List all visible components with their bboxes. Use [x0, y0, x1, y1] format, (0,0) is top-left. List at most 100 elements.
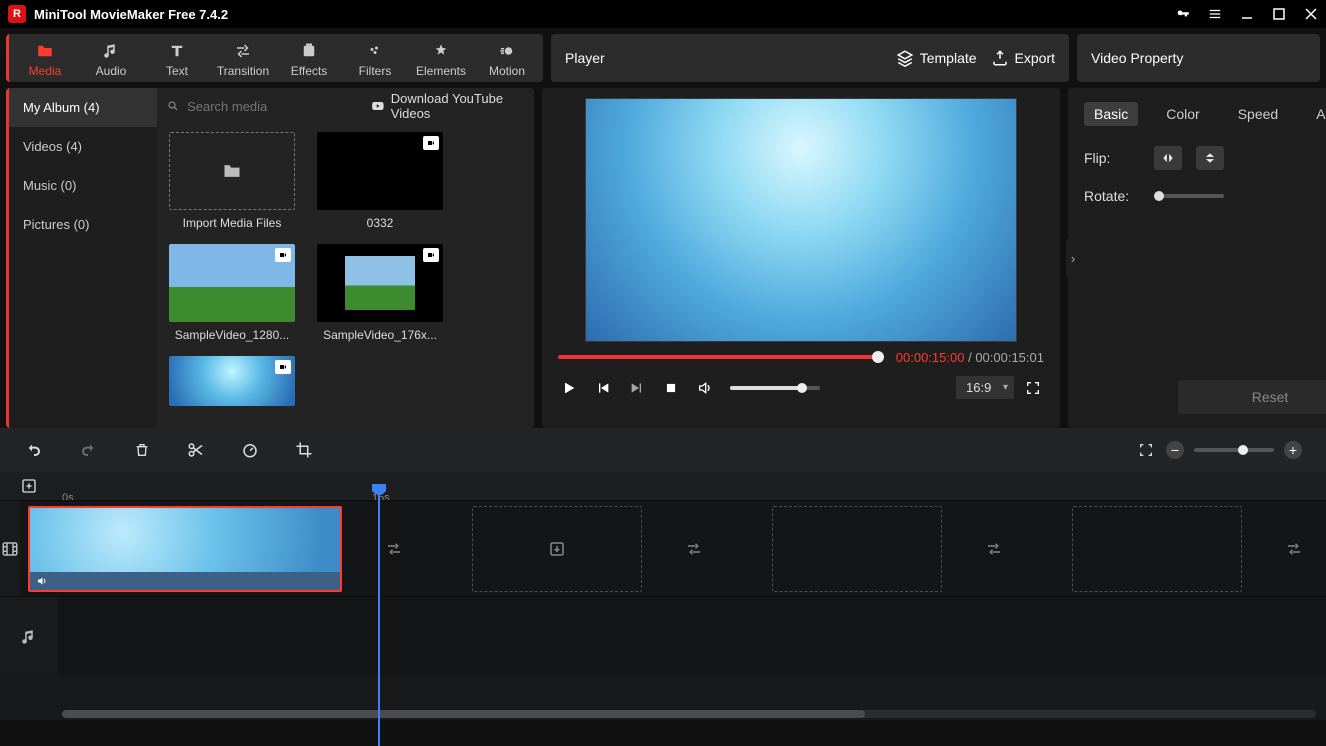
music-note-icon [20, 628, 38, 646]
app-title: MiniTool MovieMaker Free 7.4.2 [34, 7, 1176, 22]
audio-track-head[interactable] [0, 597, 58, 676]
tab-effects[interactable]: Effects [277, 40, 341, 80]
film-icon [0, 540, 20, 558]
export-icon [991, 49, 1009, 67]
media-panel: My Album (4) Videos (4) Music (0) Pictur… [6, 88, 534, 428]
youtube-icon [371, 99, 385, 113]
menu-icon[interactable] [1208, 7, 1222, 21]
music-note-icon [101, 42, 121, 60]
license-key-icon[interactable] [1176, 7, 1190, 21]
delete-button[interactable] [132, 440, 152, 460]
prev-button[interactable] [594, 379, 612, 397]
tab-label: Elements [416, 64, 466, 78]
media-item[interactable] [167, 356, 297, 406]
volume-icon[interactable] [696, 379, 714, 397]
title-bar: R MiniTool MovieMaker Free 7.4.2 [0, 0, 1326, 28]
video-track-head[interactable] [0, 501, 20, 596]
drop-slot[interactable] [1072, 506, 1242, 592]
playhead[interactable] [378, 486, 380, 746]
minimize-button[interactable] [1240, 7, 1254, 21]
transition-slot[interactable] [1276, 506, 1312, 592]
property-panel: › Basic Color Speed Audio Flip: Rotate: … [1068, 88, 1326, 428]
flip-horizontal-button[interactable] [1154, 146, 1182, 170]
play-button[interactable] [560, 379, 578, 397]
panel-expand-handle[interactable]: › [1066, 238, 1080, 278]
fit-zoom-button[interactable] [1136, 440, 1156, 460]
tab-audio[interactable]: Audio [79, 40, 143, 80]
tab-transition[interactable]: Transition [211, 40, 275, 80]
transition-icon [985, 540, 1003, 558]
prop-tab-audio[interactable]: Audio [1306, 102, 1326, 126]
add-track-button[interactable] [21, 478, 37, 494]
tab-motion[interactable]: Motion [475, 40, 539, 80]
prop-tab-basic[interactable]: Basic [1084, 102, 1138, 126]
flip-vertical-button[interactable] [1196, 146, 1224, 170]
timeline-panel: − + 0s 15s [0, 428, 1326, 720]
zoom-out-button[interactable]: − [1166, 441, 1184, 459]
split-button[interactable] [186, 440, 206, 460]
video-clip[interactable] [28, 506, 342, 592]
tab-label: Motion [489, 64, 525, 78]
transition-slot[interactable] [676, 506, 712, 592]
zoom-slider[interactable] [1194, 448, 1274, 452]
close-button[interactable] [1304, 7, 1318, 21]
media-grid: Import Media Files 0332 SampleVideo_1280… [157, 124, 534, 428]
media-item[interactable]: SampleVideo_176x... [315, 244, 445, 342]
download-youtube-button[interactable]: Download YouTube Videos [371, 91, 524, 121]
template-button[interactable]: Template [896, 49, 977, 67]
reset-button[interactable]: Reset [1178, 380, 1326, 414]
prop-tab-speed[interactable]: Speed [1228, 102, 1288, 126]
download-icon [548, 540, 566, 558]
media-item[interactable]: SampleVideo_1280... [167, 244, 297, 342]
tab-filters[interactable]: Filters [343, 40, 407, 80]
redo-button[interactable] [78, 440, 98, 460]
seek-bar[interactable]: 00:00:15:00 / 00:00:15:01 [558, 350, 1044, 364]
maximize-button[interactable] [1272, 7, 1286, 21]
drop-slot[interactable] [772, 506, 942, 592]
sidebar-item-myalbum[interactable]: My Album (4) [9, 88, 157, 127]
zoom-in-button[interactable]: + [1284, 441, 1302, 459]
sidebar-item-music[interactable]: Music (0) [9, 166, 157, 205]
volume-slider[interactable] [730, 386, 820, 390]
video-icon [278, 363, 288, 371]
timeline-toolbar: − + [0, 428, 1326, 472]
audio-track [0, 596, 1326, 676]
crop-button[interactable] [294, 440, 314, 460]
transition-slot[interactable] [976, 506, 1012, 592]
filters-icon [365, 42, 385, 60]
import-media-button[interactable]: Import Media Files [167, 132, 297, 230]
video-icon [278, 251, 288, 259]
export-button[interactable]: Export [991, 49, 1055, 67]
tab-label: Transition [217, 64, 269, 78]
app-logo: R [8, 5, 26, 23]
tab-text[interactable]: Text [145, 40, 209, 80]
media-sidebar: My Album (4) Videos (4) Music (0) Pictur… [9, 88, 157, 428]
time-display: 00:00:15:00 / 00:00:15:01 [896, 350, 1044, 365]
drop-slot[interactable] [472, 506, 642, 592]
transition-slot[interactable] [376, 506, 412, 592]
video-preview[interactable] [585, 98, 1017, 342]
tab-elements[interactable]: Elements [409, 40, 473, 80]
sidebar-item-pictures[interactable]: Pictures (0) [9, 205, 157, 244]
stop-button[interactable] [662, 379, 680, 397]
timeline-scrollbar[interactable] [62, 710, 1316, 718]
undo-button[interactable] [24, 440, 44, 460]
text-icon [167, 42, 187, 60]
video-icon [426, 251, 436, 259]
tab-label: Media [29, 64, 62, 78]
prop-tab-color[interactable]: Color [1156, 102, 1209, 126]
transition-icon [385, 540, 403, 558]
sidebar-item-videos[interactable]: Videos (4) [9, 127, 157, 166]
media-item[interactable]: 0332 [315, 132, 445, 230]
tab-label: Audio [96, 64, 127, 78]
aspect-ratio-select[interactable]: 16:9 [956, 376, 1014, 399]
effects-icon [299, 42, 319, 60]
video-track [0, 500, 1326, 596]
tab-media[interactable]: Media [13, 40, 77, 80]
next-button[interactable] [628, 379, 646, 397]
rotate-slider[interactable] [1154, 194, 1224, 198]
speed-button[interactable] [240, 440, 260, 460]
search-input[interactable] [187, 99, 363, 114]
fullscreen-button[interactable] [1024, 379, 1042, 397]
timeline-ruler[interactable]: 0s 15s [0, 472, 1326, 500]
